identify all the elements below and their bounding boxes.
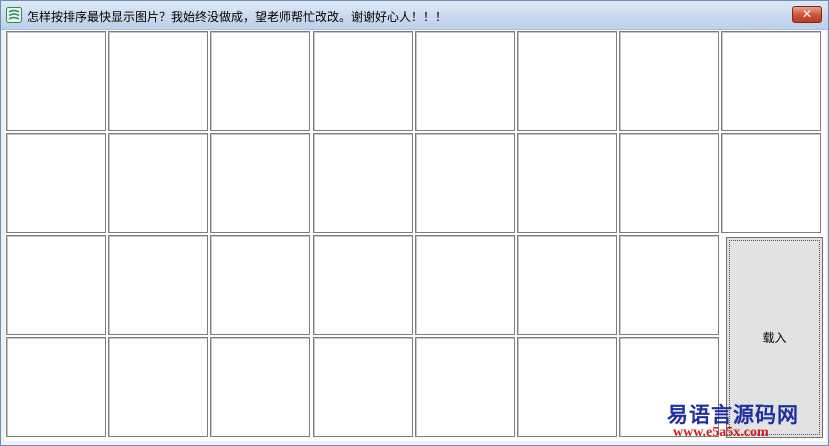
image-slot[interactable] (6, 133, 106, 233)
image-slot[interactable] (108, 31, 208, 131)
image-slot[interactable] (415, 337, 515, 437)
image-slot[interactable] (210, 235, 310, 335)
client-area: 载入 (5, 30, 826, 441)
image-slot[interactable] (6, 235, 106, 335)
image-slot[interactable] (415, 235, 515, 335)
close-button[interactable]: ✕ (792, 6, 822, 23)
image-slot[interactable] (6, 31, 106, 131)
image-slot[interactable] (6, 337, 106, 437)
image-slot[interactable] (721, 133, 821, 233)
image-slot[interactable] (108, 133, 208, 233)
image-slot[interactable] (313, 31, 413, 131)
image-slot[interactable] (210, 133, 310, 233)
image-slot[interactable] (721, 31, 821, 131)
image-slot[interactable] (415, 31, 515, 131)
title-bar[interactable]: 怎样按排序最快显示图片？我始终没做成，望老师帮忙改改。谢谢好心人！！！ ✕ (1, 1, 828, 30)
image-slot[interactable] (517, 337, 617, 437)
image-slot[interactable] (517, 31, 617, 131)
image-slot[interactable] (415, 133, 515, 233)
image-slot[interactable] (619, 133, 719, 233)
image-slot[interactable] (108, 235, 208, 335)
image-slot[interactable] (619, 235, 719, 335)
close-icon: ✕ (801, 7, 813, 21)
image-slot[interactable] (108, 337, 208, 437)
image-slot[interactable] (313, 133, 413, 233)
window-title: 怎样按排序最快显示图片？我始终没做成，望老师帮忙改改。谢谢好心人！！！ (27, 10, 448, 24)
app-icon (6, 7, 22, 23)
watermark-url: www.e5a5x.com (673, 425, 769, 440)
image-slot[interactable] (313, 337, 413, 437)
app-window: 怎样按排序最快显示图片？我始终没做成，望老师帮忙改改。谢谢好心人！！！ ✕ 载入… (0, 0, 829, 446)
load-button-label: 载入 (762, 331, 787, 345)
image-slot[interactable] (313, 235, 413, 335)
image-slot[interactable] (517, 235, 617, 335)
image-slot[interactable] (517, 133, 617, 233)
image-slot[interactable] (210, 337, 310, 437)
image-slot[interactable] (210, 31, 310, 131)
image-slot[interactable] (619, 31, 719, 131)
